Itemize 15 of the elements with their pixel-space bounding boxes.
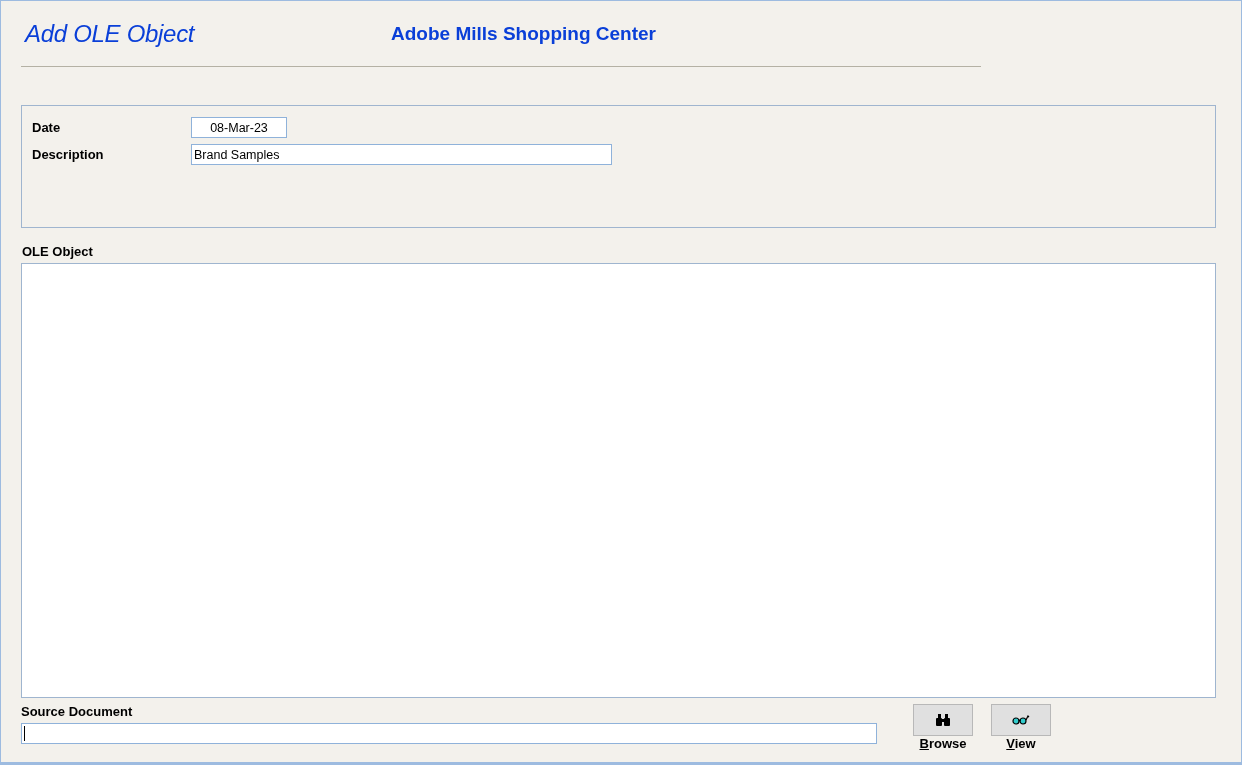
toolbar-button[interactable]: [991, 704, 1051, 736]
glasses-icon: [1012, 715, 1030, 725]
input-field[interactable]: [21, 723, 877, 744]
toolbar-button[interactable]: [913, 704, 973, 736]
button-label[interactable]: View: [1006, 736, 1036, 751]
section-label: OLE Object: [22, 244, 94, 259]
binoculars-icon: [936, 714, 950, 726]
button-label[interactable]: Browse: [919, 736, 967, 751]
field-label: Source Document: [21, 704, 134, 719]
page-subtitle: Adobe Mills Shopping Center: [391, 23, 656, 45]
input-field[interactable]: 08-Mar-23: [191, 117, 287, 138]
page-title: Add OLE Object: [23, 20, 196, 48]
input-field[interactable]: Brand Samples: [191, 144, 612, 165]
field-label: Date: [32, 120, 62, 135]
field-label: Description: [32, 147, 105, 162]
